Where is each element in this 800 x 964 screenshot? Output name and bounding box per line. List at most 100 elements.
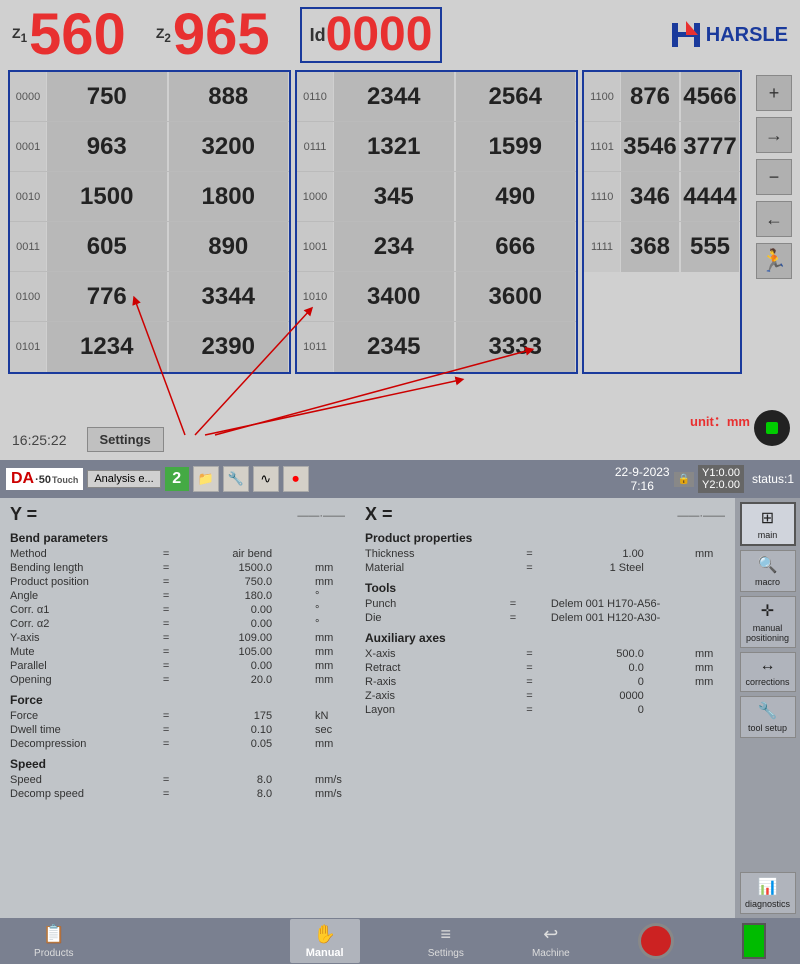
y1-display: Y1:0.00: [702, 467, 740, 479]
da-touch: Touch: [52, 475, 78, 485]
row-id: 1000: [297, 172, 333, 221]
param-name: Z-axis: [365, 690, 475, 702]
products-label: Products: [34, 948, 73, 959]
wave-icon[interactable]: ∿: [253, 466, 279, 492]
param-unit: mm: [695, 648, 725, 660]
sidebar-btn-manualpositioning[interactable]: ✛manual positioning: [740, 596, 796, 648]
param-row: Bending length = 1500.0 mm: [10, 561, 345, 575]
settings-nav-label: Settings: [428, 948, 464, 959]
param-row: Decomp speed = 8.0 mm/s: [10, 787, 345, 801]
param-eq: =: [163, 724, 169, 736]
param-name: Decomp speed: [10, 788, 120, 800]
status-display: status:1: [752, 472, 794, 486]
sidebar-btn-tool setup[interactable]: 🔧tool setup: [740, 696, 796, 738]
param-eq: =: [526, 648, 532, 660]
param-unit: mm: [315, 660, 345, 672]
table-row[interactable]: 1101 3546 3777: [584, 122, 740, 172]
param-row: Force = 175 kN: [10, 709, 345, 723]
table-row[interactable]: 0110 2344 2564: [297, 72, 576, 122]
folder-icon[interactable]: 📁: [193, 466, 219, 492]
nav-products[interactable]: 📋 Products: [34, 924, 73, 959]
table-row[interactable]: 0100 776 3344: [10, 272, 289, 322]
table-row[interactable]: 0111 1321 1599: [297, 122, 576, 172]
row-id: 1001: [297, 222, 333, 271]
wrench-icon[interactable]: 🔧: [223, 466, 249, 492]
left-arrow-button[interactable]: ←: [756, 201, 792, 237]
unit-label: unit：mm: [690, 411, 750, 430]
nav-machine[interactable]: ↩ Machine: [532, 924, 570, 959]
param-eq: =: [163, 604, 169, 616]
sidebar-btn-corrections[interactable]: ↔corrections: [740, 652, 796, 692]
param-name: Punch: [365, 598, 475, 610]
sidebar-btn-macro[interactable]: 🔍macro: [740, 550, 796, 592]
table-row[interactable]: 0000 750 888: [10, 72, 289, 122]
row-val2: 3344: [169, 272, 289, 321]
param-row: Parallel = 0.00 mm: [10, 659, 345, 673]
param-name: Thickness: [365, 548, 475, 560]
row-id: 1101: [584, 122, 620, 171]
table-row[interactable]: 0101 1234 2390: [10, 322, 289, 372]
table-row[interactable]: 1010 3400 3600: [297, 272, 576, 322]
param-eq: =: [510, 612, 516, 624]
param-unit: kN: [315, 710, 345, 722]
row-id: 0101: [10, 322, 46, 372]
row-val1: 346: [621, 172, 679, 221]
record-icon[interactable]: ⏺: [283, 466, 309, 492]
param-name: Retract: [365, 662, 475, 674]
num-button[interactable]: 2: [165, 467, 189, 491]
analysis-button[interactable]: Analysis e...: [87, 470, 160, 488]
row-val2: 490: [456, 172, 576, 221]
x-dots: ——·——: [677, 510, 725, 525]
param-val: 0.00: [212, 604, 272, 616]
tools-title: Tools: [365, 581, 725, 595]
nav-settings[interactable]: ≡ Settings: [428, 924, 464, 959]
nav-manual[interactable]: ✋ Manual: [290, 919, 360, 963]
red-circle-button[interactable]: [638, 923, 674, 959]
table-row[interactable]: 1011 2345 3333: [297, 322, 576, 372]
table-row[interactable]: 1110 346 4444: [584, 172, 740, 222]
right-arrow-button[interactable]: →: [756, 117, 792, 153]
green-toggle-button[interactable]: [742, 923, 766, 959]
z1-label: Z1: [12, 25, 27, 45]
param-unit: mm/s: [315, 774, 345, 786]
param-row: Angle = 180.0 °: [10, 589, 345, 603]
minus-button[interactable]: −: [756, 159, 792, 195]
table-row[interactable]: 0001 963 3200: [10, 122, 289, 172]
green-indicator-button[interactable]: [754, 410, 790, 446]
table-row[interactable]: 1111 368 555: [584, 222, 740, 272]
person-icon[interactable]: 🏃: [756, 243, 792, 279]
param-val: Delem 001 H170-A56-: [551, 598, 660, 610]
param-unit: mm/s: [315, 788, 345, 800]
row-val1: 345: [334, 172, 454, 221]
row-val1: 750: [47, 72, 167, 121]
row-val1: 2344: [334, 72, 454, 121]
param-name: Corr. α2: [10, 618, 120, 630]
param-eq: =: [163, 738, 169, 750]
time-display: 16:25:22: [12, 432, 67, 448]
param-row: Method = air bend: [10, 547, 345, 561]
row-val2: 666: [456, 222, 576, 271]
date-display: 22-9-2023: [615, 465, 670, 479]
param-eq: =: [510, 598, 516, 610]
table-row[interactable]: 0011 605 890: [10, 222, 289, 272]
settings-nav-icon: ≡: [432, 924, 460, 946]
sidebar-btn-main[interactable]: ⊞main: [740, 502, 796, 546]
table-row[interactable]: 1000 345 490: [297, 172, 576, 222]
y-dots: ——·——: [297, 510, 345, 525]
table-row[interactable]: 0010 1500 1800: [10, 172, 289, 222]
param-eq: =: [163, 774, 169, 786]
row-val2: 4444: [681, 172, 739, 221]
param-row: Speed = 8.0 mm/s: [10, 773, 345, 787]
sidebar-icon: 🔧: [758, 701, 778, 721]
param-name: Dwell time: [10, 724, 120, 736]
row-val1: 776: [47, 272, 167, 321]
plus-button[interactable]: +: [756, 75, 792, 111]
harsle-logo: HARSLE: [670, 19, 788, 51]
param-name: Corr. α1: [10, 604, 120, 616]
table-row[interactable]: 1100 876 4566: [584, 72, 740, 122]
param-val: 109.00: [212, 632, 272, 644]
table-row[interactable]: 1001 234 666: [297, 222, 576, 272]
param-row: Retract = 0.0 mm: [365, 661, 725, 675]
settings-button[interactable]: Settings: [87, 427, 164, 452]
diagnostics-btn[interactable]: 📊diagnostics: [740, 872, 796, 914]
